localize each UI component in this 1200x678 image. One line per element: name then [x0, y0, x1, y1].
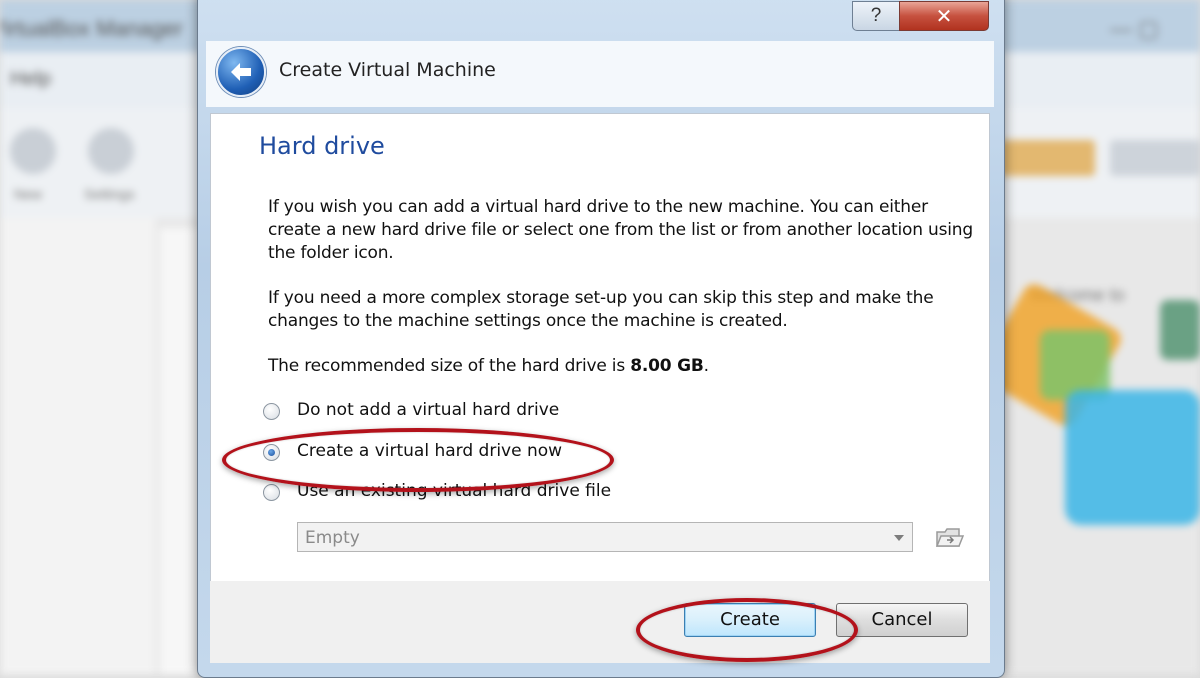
background-button: [1110, 140, 1200, 176]
wizard-page: Hard drive If you wish you can add a vir…: [210, 113, 990, 583]
background-window-controls: — ▢: [1110, 16, 1159, 41]
recommended-suffix: .: [703, 356, 709, 376]
description-paragraph: If you need a more complex storage set-u…: [268, 288, 934, 331]
radio-button[interactable]: [263, 484, 280, 501]
existing-file-select[interactable]: Empty: [297, 522, 913, 552]
dialog-header: Create Virtual Machine: [206, 41, 994, 107]
settings-icon: [88, 128, 134, 174]
page-title: Hard drive: [259, 132, 385, 160]
help-button[interactable]: ?: [852, 1, 900, 31]
back-arrow-icon: [231, 63, 251, 81]
radio-button-selected[interactable]: [263, 444, 280, 461]
background-button: [1000, 140, 1095, 176]
dialog-footer: Create Cancel: [210, 581, 990, 663]
radio-label: Use an existing virtual hard drive file: [297, 481, 612, 501]
radio-button[interactable]: [263, 403, 280, 420]
dialog-title: Create Virtual Machine: [279, 59, 496, 81]
background-menu-help: Help: [10, 68, 52, 90]
create-vm-dialog: ? ✕ Create Virtual Machine Hard drive If…: [197, 0, 1005, 678]
select-value: Empty: [305, 528, 360, 548]
radio-label: Create a virtual hard drive now: [297, 441, 563, 461]
folder-icon: [935, 528, 965, 547]
cancel-button[interactable]: Cancel: [836, 603, 968, 637]
choose-file-button[interactable]: [933, 522, 965, 552]
back-button[interactable]: [216, 47, 266, 97]
close-button[interactable]: ✕: [899, 1, 989, 31]
create-button[interactable]: Create: [684, 603, 816, 637]
chevron-down-icon: [894, 535, 904, 541]
virtualbox-logo-shape: [1160, 300, 1200, 360]
recommended-size-text: The recommended size of the hard drive i…: [268, 355, 978, 378]
background-machine-list: [0, 218, 155, 675]
new-machine-icon: [10, 128, 56, 174]
background-panel-strip: [160, 228, 200, 675]
recommended-prefix: The recommended size of the hard drive i…: [268, 356, 631, 376]
background-tool-label: New: [14, 186, 43, 202]
background-title: VirtualBox Manager: [0, 16, 183, 41]
recommended-size-value: 8.00 GB: [630, 356, 704, 376]
background-tool-label: Settings: [84, 186, 135, 202]
virtualbox-logo-shape: [1065, 390, 1200, 525]
radio-label: Do not add a virtual hard drive: [297, 400, 560, 420]
description-paragraph: If you wish you can add a virtual hard d…: [268, 197, 973, 263]
